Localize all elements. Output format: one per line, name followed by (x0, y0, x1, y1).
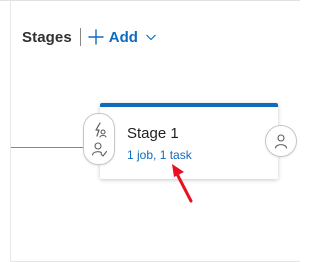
person-icon (274, 134, 288, 149)
top-border (0, 0, 300, 1)
stage-name[interactable]: Stage 1 (127, 125, 179, 142)
post-deployment-conditions[interactable] (265, 125, 297, 157)
add-stage-button[interactable]: Add (88, 29, 157, 46)
left-border (10, 0, 11, 262)
stages-title: Stages (22, 28, 72, 46)
pre-deployment-conditions (83, 113, 115, 165)
artifact-connector-line (11, 147, 87, 148)
red-arrow-icon (172, 164, 193, 203)
header-divider (79, 28, 81, 46)
chevron-down-icon[interactable] (145, 31, 157, 43)
release-pipeline-canvas: Stages Add Stage 1 1 job, 1 task (0, 0, 300, 262)
add-label: Add (108, 28, 138, 46)
lightning-person-icon[interactable] (91, 122, 107, 138)
stages-header: Stages Add (22, 26, 157, 48)
plus-icon (88, 29, 104, 45)
person-check-icon[interactable] (91, 141, 107, 157)
